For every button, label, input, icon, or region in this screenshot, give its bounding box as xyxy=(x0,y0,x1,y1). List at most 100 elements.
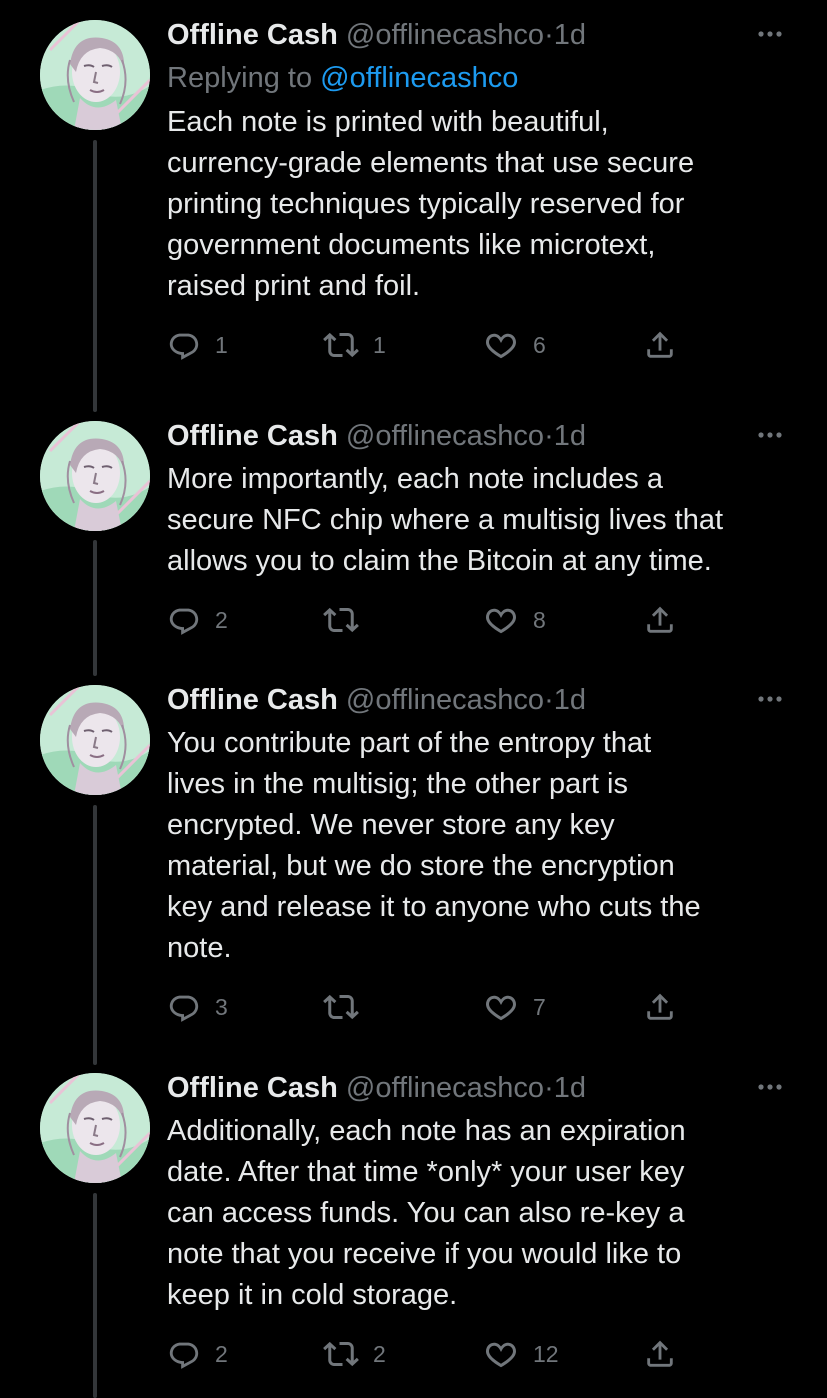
tweet-thread: Offline Cash @offlinecashco·1d Replying … xyxy=(0,0,827,1398)
avatar-statue-image xyxy=(40,421,150,531)
heart-icon xyxy=(483,602,519,638)
tweet-content: Offline Cash @offlinecashco·1d You contr… xyxy=(167,681,787,1027)
thread-connector-line xyxy=(93,540,97,676)
tweet-actions: 3 7 xyxy=(167,987,787,1027)
reply-button[interactable]: 3 xyxy=(167,987,228,1027)
tweet-text-line: date. After that time *only* your user k… xyxy=(167,1156,685,1188)
like-button[interactable]: 8 xyxy=(483,600,546,640)
tweet-text-line: allows you to claim the Bitcoin at any t… xyxy=(167,545,712,577)
retweet-button[interactable]: 2 xyxy=(323,1334,386,1374)
user-handle[interactable]: @offlinecashco xyxy=(346,420,544,452)
share-icon xyxy=(643,328,677,362)
reply-icon xyxy=(167,328,201,362)
tweet-text: Each note is printed with beautiful, cur… xyxy=(167,102,787,307)
tweet-text-line: currency-grade elements that use secure xyxy=(167,147,695,179)
share-icon xyxy=(643,603,677,637)
tweet-text-line: keep it in cold storage. xyxy=(167,1279,458,1311)
thread-connector-line xyxy=(93,805,97,1065)
heart-icon xyxy=(483,327,519,363)
tweet-text-line: Each note is printed with beautiful, xyxy=(167,106,609,138)
reply-count: 2 xyxy=(215,606,228,633)
tweet-text-line: government documents like microtext, xyxy=(167,229,656,261)
reply-button[interactable]: 2 xyxy=(167,600,228,640)
separator-dot: · xyxy=(544,1072,554,1104)
more-icon[interactable] xyxy=(755,1077,785,1097)
tweet-content: Offline Cash @offlinecashco·1d More impo… xyxy=(167,417,787,640)
tweet-text-line: raised print and foil. xyxy=(167,270,421,302)
thread-connector-line xyxy=(93,140,97,412)
display-name[interactable]: Offline Cash xyxy=(167,1072,338,1104)
timestamp[interactable]: 1d xyxy=(554,19,586,51)
retweet-icon xyxy=(323,989,359,1025)
retweet-icon xyxy=(323,602,359,638)
avatar[interactable] xyxy=(40,1073,150,1183)
share-button[interactable] xyxy=(643,600,677,640)
tweet-content: Offline Cash @offlinecashco·1d Replying … xyxy=(167,16,787,365)
heart-icon xyxy=(483,989,519,1025)
separator-dot: · xyxy=(544,684,554,716)
tweet-text-line: secure NFC chip where a multisig lives t… xyxy=(167,504,724,536)
reply-count: 2 xyxy=(215,1340,228,1367)
avatar-statue-image xyxy=(40,1073,150,1183)
reply-button[interactable]: 2 xyxy=(167,1334,228,1374)
like-count: 12 xyxy=(533,1340,559,1367)
timestamp[interactable]: 1d xyxy=(554,684,586,716)
like-count: 8 xyxy=(533,606,546,633)
tweet-header: Offline Cash @offlinecashco·1d xyxy=(167,16,787,54)
tweet-text: Additionally, each note has an expiratio… xyxy=(167,1111,787,1316)
user-handle[interactable]: @offlinecashco xyxy=(346,1072,544,1104)
like-button[interactable]: 7 xyxy=(483,987,546,1027)
reply-icon xyxy=(167,1337,201,1371)
avatar[interactable] xyxy=(40,685,150,795)
timestamp[interactable]: 1d xyxy=(554,420,586,452)
separator-dot: · xyxy=(544,19,554,51)
reply-icon xyxy=(167,603,201,637)
tweet-text-line: lives in the multisig; the other part is xyxy=(167,768,628,800)
display-name[interactable]: Offline Cash xyxy=(167,19,338,51)
reply-count: 3 xyxy=(215,993,228,1020)
tweet-header: Offline Cash @offlinecashco·1d xyxy=(167,1069,787,1107)
retweet-button[interactable] xyxy=(323,600,373,640)
tweet-header: Offline Cash @offlinecashco·1d xyxy=(167,681,787,719)
tweet-text: You contribute part of the entropy that … xyxy=(167,723,787,969)
replying-to: Replying to @offlinecashco xyxy=(167,58,787,98)
timestamp[interactable]: 1d xyxy=(554,1072,586,1104)
reply-count: 1 xyxy=(215,331,228,358)
share-button[interactable] xyxy=(643,325,677,365)
more-icon[interactable] xyxy=(755,24,785,44)
share-button[interactable] xyxy=(643,987,677,1027)
tweet-actions: 2 8 xyxy=(167,600,787,640)
avatar[interactable] xyxy=(40,20,150,130)
like-button[interactable]: 6 xyxy=(483,325,546,365)
more-icon[interactable] xyxy=(755,689,785,709)
retweet-button[interactable]: 1 xyxy=(323,325,386,365)
avatar[interactable] xyxy=(40,421,150,531)
user-handle[interactable]: @offlinecashco xyxy=(346,19,544,51)
display-name[interactable]: Offline Cash xyxy=(167,420,338,452)
tweet-text-line: key and release it to anyone who cuts th… xyxy=(167,891,701,923)
retweet-count: 2 xyxy=(373,1340,386,1367)
tweet-text-line: note. xyxy=(167,932,232,964)
tweet-text: More importantly, each note includes a s… xyxy=(167,459,787,582)
like-button[interactable]: 12 xyxy=(483,1334,559,1374)
separator-dot: · xyxy=(544,420,554,452)
avatar-statue-image xyxy=(40,20,150,130)
share-button[interactable] xyxy=(643,1334,677,1374)
replying-to-label: Replying to xyxy=(167,62,313,94)
tweet-text-line: printing techniques typically reserved f… xyxy=(167,188,685,220)
display-name[interactable]: Offline Cash xyxy=(167,684,338,716)
mention-link[interactable]: @offlinecashco xyxy=(320,62,518,94)
share-icon xyxy=(643,990,677,1024)
tweet-actions: 2 2 12 xyxy=(167,1334,787,1374)
reply-button[interactable]: 1 xyxy=(167,325,228,365)
retweet-button[interactable] xyxy=(323,987,373,1027)
like-count: 7 xyxy=(533,993,546,1020)
reply-icon xyxy=(167,990,201,1024)
tweet-header: Offline Cash @offlinecashco·1d xyxy=(167,417,787,455)
user-handle[interactable]: @offlinecashco xyxy=(346,684,544,716)
tweet-text-line: More importantly, each note includes a xyxy=(167,463,663,495)
tweet-text-line: You contribute part of the entropy that xyxy=(167,727,652,759)
retweet-count: 1 xyxy=(373,331,386,358)
tweet-actions: 1 1 6 xyxy=(167,325,787,365)
more-icon[interactable] xyxy=(755,425,785,445)
